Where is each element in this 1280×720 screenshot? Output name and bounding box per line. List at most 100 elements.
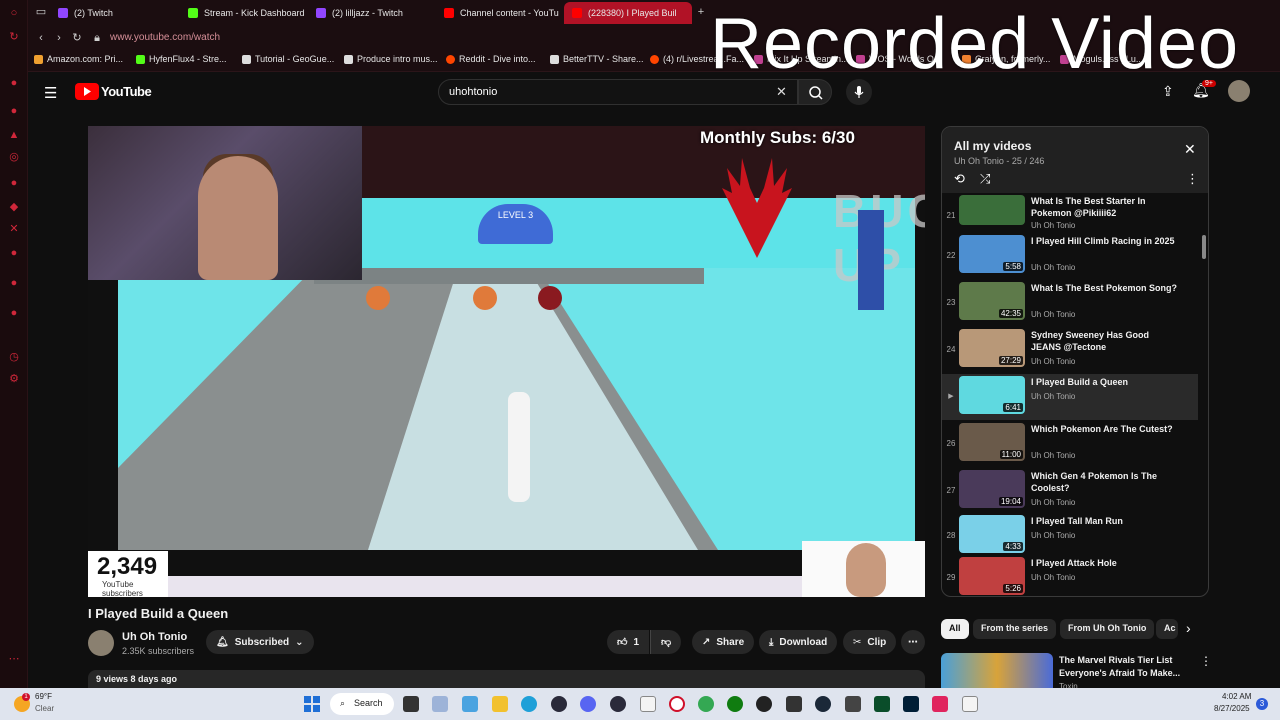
xbox-icon[interactable] bbox=[727, 696, 743, 712]
share-button[interactable]: ↗ Share bbox=[692, 630, 755, 654]
playlist-item[interactable]: 26 11:00 Which Pokemon Are The Cutest? U… bbox=[942, 421, 1208, 467]
tab-active-video[interactable]: (228380) I Played Buil bbox=[564, 2, 692, 24]
more-vertical-icon[interactable]: ⋮ bbox=[1200, 654, 1212, 668]
playlist-item[interactable]: 24 27:29 Sydney Sweeney Has Good JEANS @… bbox=[942, 327, 1208, 373]
bookmark-item[interactable]: BetterTTV - Share... bbox=[550, 54, 644, 64]
video-player[interactable]: LEVEL 3 Monthly Subs: 6/30 BUCKED UP 2,3… bbox=[88, 126, 925, 597]
playlist-item[interactable]: 28 4:33 I Played Tall Man Run Uh Oh Toni… bbox=[942, 513, 1208, 559]
playlist-subtitle[interactable]: Uh Oh Tonio - 25 / 246 bbox=[954, 156, 1044, 166]
channel-avatar[interactable] bbox=[88, 630, 114, 656]
youtube-logo-icon[interactable] bbox=[75, 83, 99, 100]
youtube-logo-text[interactable]: YouTube bbox=[101, 84, 152, 99]
bookmark-item[interactable]: HyfenFlux4 - Stre... bbox=[136, 54, 227, 64]
forward-icon[interactable]: › bbox=[52, 31, 66, 45]
history-icon[interactable]: ◷ bbox=[7, 350, 21, 364]
reload-icon[interactable]: ↻ bbox=[70, 31, 84, 45]
channel-name[interactable]: Uh Oh Tonio bbox=[122, 631, 187, 643]
loop-icon[interactable]: ⟲ bbox=[954, 171, 965, 187]
notepad-icon[interactable] bbox=[640, 696, 656, 712]
discord-icon[interactable] bbox=[580, 696, 596, 712]
steam-icon[interactable] bbox=[815, 696, 831, 712]
photos-icon[interactable] bbox=[462, 696, 478, 712]
recommended-thumbnail[interactable] bbox=[941, 653, 1053, 688]
weather-description[interactable]: Clear bbox=[35, 704, 54, 713]
playlist-item[interactable]: 29 5:26 I Played Attack Hole Uh Oh Tonio bbox=[942, 555, 1208, 596]
new-tab-icon[interactable]: + bbox=[694, 5, 708, 19]
tab-channel-content[interactable]: Channel content - YouTu bbox=[436, 2, 562, 24]
chevron-right-icon[interactable]: › bbox=[1186, 620, 1191, 636]
opera-icon[interactable] bbox=[669, 696, 685, 712]
app-icon[interactable] bbox=[845, 696, 861, 712]
twitch-icon[interactable]: ◆ bbox=[7, 200, 21, 214]
clock-time[interactable]: 4:02 AM bbox=[1222, 692, 1251, 701]
bookmark-item[interactable]: Reddit - Dive into... bbox=[446, 54, 536, 64]
playlist-item[interactable]: 27 19:04 Which Gen 4 Pokemon Is The Cool… bbox=[942, 468, 1208, 514]
chip-from-channel[interactable]: From Uh Oh Tonio bbox=[1060, 619, 1155, 639]
sidebar-dot-icon[interactable]: ● bbox=[7, 176, 21, 190]
chrome-icon[interactable] bbox=[698, 696, 714, 712]
app-icon[interactable] bbox=[756, 696, 772, 712]
video-views-and-date[interactable]: 9 views 8 days ago bbox=[88, 670, 925, 690]
recommended-title[interactable]: The Marvel Rivals Tier List Everyone's A… bbox=[1059, 654, 1189, 680]
close-playlist-icon[interactable]: ✕ bbox=[1184, 141, 1196, 158]
windows-start-icon[interactable] bbox=[304, 696, 320, 712]
tab-menu-icon[interactable]: ▭ bbox=[34, 5, 48, 19]
more-vertical-icon[interactable]: ⋮ bbox=[1186, 171, 1199, 187]
sidebar-dot-icon[interactable]: ● bbox=[7, 76, 21, 90]
playlist-item-channel: Uh Oh Tonio bbox=[1031, 392, 1076, 401]
like-button[interactable]: 👍︎ 1 bbox=[607, 630, 650, 654]
playlist-item[interactable]: 22 5:58 I Played Hill Climb Racing in 20… bbox=[942, 233, 1208, 279]
menu-icon[interactable]: ☰ bbox=[44, 84, 57, 102]
chip-more[interactable]: Ac bbox=[1156, 619, 1178, 639]
sidebar-dot-icon[interactable]: ● bbox=[7, 306, 21, 320]
notification-center-badge[interactable]: 3 bbox=[1256, 698, 1268, 710]
opera-logo-icon[interactable]: ○ bbox=[7, 6, 21, 20]
x-icon[interactable]: ✕ bbox=[7, 222, 21, 236]
tab-lilljazz[interactable]: (2) lilljazz - Twitch bbox=[308, 2, 436, 24]
chip-all[interactable]: All bbox=[941, 619, 969, 639]
search-icon: ⌕ bbox=[340, 698, 346, 708]
weather-temperature[interactable]: 69°F bbox=[35, 692, 52, 701]
playlist-item[interactable]: 23 42:35 What Is The Best Pokemon Song? … bbox=[942, 280, 1208, 326]
url-field[interactable]: www.youtube.com/watch bbox=[110, 32, 220, 43]
sidebar-dot-icon[interactable]: ● bbox=[7, 276, 21, 290]
file-explorer-icon[interactable] bbox=[492, 696, 508, 712]
clock-date[interactable]: 8/27/2025 bbox=[1214, 704, 1250, 713]
dislike-button[interactable]: 👎︎ bbox=[650, 630, 682, 654]
edge-icon[interactable] bbox=[521, 696, 537, 712]
terminal-icon[interactable] bbox=[874, 696, 890, 712]
more-icon[interactable]: ⋯ bbox=[7, 652, 21, 666]
tab-twitch[interactable]: (2) Twitch bbox=[50, 2, 178, 24]
bookmark-item[interactable]: Produce intro mus... bbox=[344, 54, 438, 64]
tab-kick[interactable]: Stream - Kick Dashboard bbox=[180, 2, 308, 24]
subscribed-button[interactable]: 🔔︎ Subscribed ⌄ bbox=[206, 630, 314, 654]
photoshop-icon[interactable] bbox=[903, 696, 919, 712]
app-icon[interactable] bbox=[551, 696, 567, 712]
sidebar-dot-icon[interactable]: ● bbox=[7, 246, 21, 260]
document-icon[interactable] bbox=[962, 696, 978, 712]
shuffle-icon[interactable]: ⤮ bbox=[980, 171, 990, 187]
obs-icon[interactable] bbox=[610, 696, 626, 712]
bookmark-item[interactable]: Amazon.com: Pri... bbox=[34, 54, 123, 64]
playlist-item-current[interactable]: ▶ 6:41 I Played Build a Queen Uh Oh Toni… bbox=[942, 374, 1198, 420]
sidebar-app-icon[interactable]: ▲ bbox=[7, 128, 21, 142]
app-icon[interactable] bbox=[786, 696, 802, 712]
widgets-icon[interactable] bbox=[432, 696, 448, 712]
playlist-item-index: 28 bbox=[946, 531, 956, 540]
settings-icon[interactable]: ⚙ bbox=[7, 372, 21, 386]
playlist-scrollbar[interactable] bbox=[1202, 235, 1206, 259]
playlist-item-channel: Uh Oh Tonio bbox=[1031, 310, 1076, 319]
task-view-icon[interactable] bbox=[403, 696, 419, 712]
back-icon[interactable]: ‹ bbox=[34, 31, 48, 45]
download-button[interactable]: ⤓ Download bbox=[759, 630, 838, 654]
playlist-title[interactable]: All my videos bbox=[954, 139, 1031, 153]
clip-button[interactable]: ✂ Clip bbox=[843, 630, 897, 654]
bookmark-item[interactable]: Tutorial - GeoGue... bbox=[242, 54, 334, 64]
more-actions-button[interactable]: ⋯ bbox=[901, 630, 925, 654]
clear-search-icon[interactable]: ✕ bbox=[776, 84, 787, 100]
chip-from-series[interactable]: From the series bbox=[973, 619, 1057, 639]
sidebar-app-icon[interactable]: ◎ bbox=[7, 150, 21, 164]
sidebar-dot-icon[interactable]: ● bbox=[7, 104, 21, 118]
refresh-icon[interactable]: ↻ bbox=[7, 30, 21, 44]
tiktok-icon[interactable] bbox=[932, 696, 948, 712]
